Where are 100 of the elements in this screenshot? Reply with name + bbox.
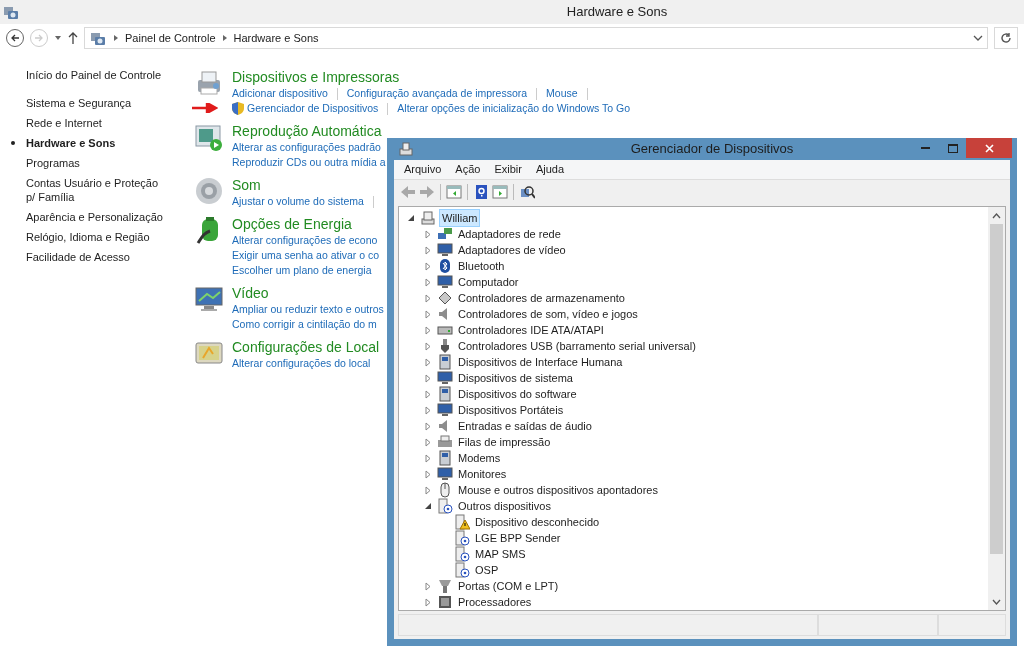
link[interactable]: Configuração avançada de impressora [346, 86, 528, 101]
collapsed-triangle-icon[interactable] [424, 469, 432, 479]
tree-item[interactable]: Controladores IDE ATA/ATAPI [456, 321, 606, 339]
tree-item[interactable]: Dispositivos do software [456, 385, 579, 403]
sidebar-link[interactable]: Hardware e Sons [26, 136, 166, 150]
collapsed-triangle-icon[interactable] [424, 405, 432, 415]
tree-item[interactable]: Computador [456, 273, 521, 291]
sidebar-link[interactable]: Contas Usuário e Proteção p/ Família [26, 176, 166, 204]
tree-item[interactable]: Modems [456, 449, 503, 467]
tree-item[interactable]: Mouse e outros dispositivos apontadores [456, 481, 660, 499]
collapsed-triangle-icon[interactable] [424, 437, 432, 447]
link[interactable]: Alterar as configurações padrão [232, 140, 381, 155]
tree-item[interactable]: Monitores [456, 465, 509, 483]
collapsed-triangle-icon[interactable] [424, 485, 432, 495]
link[interactable]: Ampliar ou reduzir texto e outros [232, 302, 384, 317]
collapsed-triangle-icon[interactable] [424, 309, 432, 319]
section-title[interactable]: Reprodução Automática [232, 122, 382, 140]
link[interactable]: Reproduzir CDs ou outra mídia a [232, 155, 386, 170]
menu-item[interactable]: Ajuda [529, 161, 571, 178]
tree-item[interactable]: Controladores de armazenamento [456, 289, 627, 307]
sidebar-link[interactable]: Sistema e Segurança [26, 96, 166, 110]
section-title[interactable]: Vídeo [232, 284, 269, 302]
tree-item[interactable]: Processadores [456, 593, 534, 610]
section-title[interactable]: Som [232, 176, 261, 194]
mouse-icon [437, 482, 453, 498]
collapsed-triangle-icon[interactable] [424, 261, 432, 271]
tree-item[interactable]: Controladores de som, vídeo e jogos [456, 305, 640, 323]
breadcrumb-item[interactable]: Painel de Controle [125, 29, 216, 47]
monitor-icon [437, 242, 453, 258]
processor-icon [437, 594, 453, 610]
maximize-icon [947, 143, 958, 153]
section-title[interactable]: Configurações de Local [232, 338, 380, 356]
tree-item[interactable]: Dispositivos de Interface Humana [456, 353, 625, 371]
collapsed-triangle-icon[interactable] [424, 277, 432, 287]
back-arrow-icon [10, 33, 20, 43]
menu-item[interactable]: Ação [449, 161, 487, 178]
collapsed-triangle-icon[interactable] [424, 453, 432, 463]
menu-item[interactable]: Exibir [488, 161, 528, 178]
collapsed-triangle-icon[interactable] [424, 373, 432, 383]
menu-item[interactable]: Arquivo [398, 161, 448, 178]
scroll-up-icon[interactable] [992, 212, 1001, 219]
tree-item[interactable]: Outros dispositivos [456, 497, 553, 515]
monitor-icon [194, 284, 224, 314]
collapsed-triangle-icon[interactable] [424, 341, 432, 351]
tree-item[interactable]: LGE BPP Sender [473, 529, 563, 547]
tree-item[interactable]: Filas de impressão [456, 433, 553, 451]
collapsed-triangle-icon[interactable] [424, 389, 432, 399]
collapsed-triangle-icon[interactable] [424, 293, 432, 303]
collapsed-triangle-icon[interactable] [424, 357, 432, 367]
address-bar[interactable]: Painel de Controle Hardware e Sons [84, 27, 988, 49]
expanded-triangle-icon[interactable] [407, 213, 415, 223]
link[interactable]: Ajustar o volume do sistema [232, 194, 364, 209]
collapsed-triangle-icon[interactable] [424, 421, 432, 431]
close-button[interactable] [966, 138, 1012, 158]
breadcrumb-item[interactable]: Hardware e Sons [233, 29, 319, 47]
sidebar-link[interactable]: Rede e Internet [26, 116, 166, 130]
tree-item[interactable]: Controladores USB (barramento serial universal) [456, 337, 698, 355]
link[interactable]: Alterar configurações de econo [232, 233, 378, 248]
tree-item[interactable]: William [439, 208, 481, 228]
tree-item[interactable]: Dispositivos Portáteis [456, 401, 566, 419]
tree-item[interactable]: Entradas e saídas de áudio [456, 417, 594, 435]
tree-item[interactable]: MAP SMS [473, 545, 528, 563]
console-tree-icon[interactable] [446, 184, 462, 200]
link[interactable]: Escolher um plano de energia [232, 263, 372, 278]
sidebar-link[interactable]: Facilidade de Acesso [26, 250, 166, 264]
scan-hardware-icon[interactable] [519, 184, 535, 200]
link[interactable]: Como corrigir a cintilação do m [232, 317, 377, 332]
collapsed-triangle-icon[interactable] [424, 229, 432, 239]
link[interactable]: Exigir uma senha ao ativar o co [232, 248, 380, 263]
section-title[interactable]: Opções de Energia [232, 215, 352, 233]
minimize-icon [921, 147, 930, 149]
sidebar-link[interactable]: Relógio, Idioma e Região [26, 230, 166, 244]
link[interactable]: Alterar configurações do local [232, 356, 371, 371]
link[interactable]: Alterar opções de inicialização do Windows To Go [397, 101, 630, 116]
collapsed-triangle-icon[interactable] [424, 597, 432, 607]
scrollbar[interactable] [988, 207, 1005, 610]
expanded-triangle-icon[interactable] [424, 501, 432, 511]
tree-item[interactable]: Adaptadores de vídeo [456, 241, 568, 259]
section-title[interactable]: Dispositivos e Impressoras [232, 68, 400, 86]
tree-item[interactable]: Dispositivo desconhecido [473, 513, 602, 531]
collapsed-triangle-icon[interactable] [424, 581, 432, 591]
collapsed-triangle-icon[interactable] [424, 325, 432, 335]
sidebar-link[interactable]: Aparência e Personalização [26, 210, 166, 224]
up-arrow-icon[interactable] [68, 32, 78, 44]
link[interactable]: Adicionar dispositivo [232, 86, 328, 101]
tree-item[interactable]: Portas (COM e LPT) [456, 577, 561, 595]
link[interactable]: Gerenciador de Dispositivos [247, 101, 379, 116]
sidebar-link[interactable]: Início do Painel de Controle [26, 68, 166, 82]
sidebar-link[interactable]: Programas [26, 156, 166, 170]
dropdown-chevron-icon[interactable] [973, 34, 983, 42]
tree-item[interactable]: OSP [473, 561, 501, 579]
collapsed-triangle-icon[interactable] [424, 245, 432, 255]
refresh-button[interactable] [994, 27, 1018, 49]
dropdown-caret-icon[interactable] [54, 35, 62, 41]
tree-item[interactable]: Adaptadores de rede [456, 225, 563, 243]
computer-icon [420, 210, 436, 226]
tree-item[interactable]: Dispositivos de sistema [456, 369, 575, 387]
link[interactable]: Mouse [546, 86, 578, 101]
scroll-down-icon[interactable] [992, 598, 1001, 605]
tree-item[interactable]: Bluetooth [456, 257, 507, 275]
